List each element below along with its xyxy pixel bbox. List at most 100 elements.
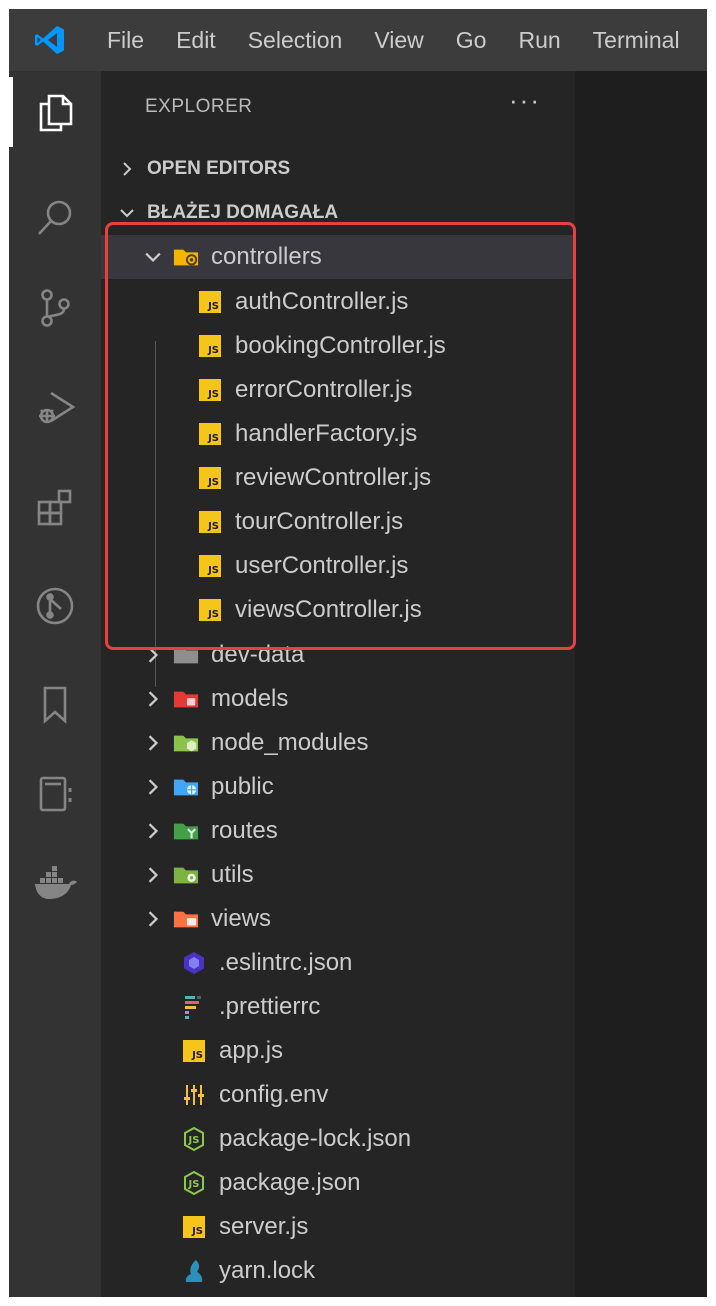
folder-utils[interactable]: utils — [101, 853, 615, 897]
bookmarks-activity-button[interactable] — [9, 663, 101, 745]
bookmark-icon — [43, 686, 67, 724]
file-eslintrc[interactable]: .eslintrc.json — [101, 941, 655, 985]
more-actions-button[interactable]: ··· — [509, 85, 541, 116]
folder-controllers[interactable]: controllers — [101, 235, 615, 279]
source-control-activity-button[interactable] — [9, 267, 101, 349]
search-icon — [38, 200, 72, 235]
file-label: userController.js — [235, 552, 409, 579]
folder-label: utils — [211, 861, 254, 888]
extensions-activity-button[interactable] — [9, 467, 101, 549]
file-label: server.js — [219, 1213, 309, 1240]
folder-public-icon — [173, 774, 199, 800]
chevron-right-icon — [141, 775, 165, 799]
search-activity-button[interactable] — [9, 177, 101, 259]
chevron-right-icon — [141, 907, 165, 931]
file-label: package-lock.json — [219, 1125, 412, 1152]
editor-area — [575, 71, 707, 1297]
docker-icon — [35, 866, 77, 899]
file-server-js[interactable]: JS server.js — [101, 1205, 655, 1249]
docker-activity-button[interactable] — [9, 843, 101, 925]
menu-bar: File Edit Selection View Go Run Terminal — [9, 9, 707, 71]
run-debug-activity-button[interactable] — [9, 367, 101, 449]
folder-label: models — [211, 685, 289, 712]
chevron-down-icon — [141, 245, 165, 269]
file-label: bookingController.js — [235, 332, 446, 359]
git-graph-icon — [36, 587, 74, 625]
nodejs-icon: JS — [181, 1126, 207, 1152]
menu-terminal[interactable]: Terminal — [577, 9, 696, 71]
js-file-icon: JS — [197, 509, 223, 535]
files-icon — [39, 94, 73, 132]
eslint-icon — [181, 950, 207, 976]
file-label: viewsController.js — [235, 596, 422, 623]
file-yarn-lock[interactable]: yarn.lock — [101, 1249, 655, 1293]
menu-view[interactable]: View — [358, 9, 439, 71]
explorer-sidebar: EXPLORER ··· OPEN EDITORS BŁAŻEJ DOMAGAŁ… — [101, 71, 615, 1297]
folder-models[interactable]: models — [101, 677, 615, 721]
menu-file[interactable]: File — [91, 9, 160, 71]
folder-controllers-icon — [173, 244, 199, 270]
notebook-icon — [39, 776, 72, 812]
folder-label: dev-data — [211, 641, 305, 668]
folder-node-modules[interactable]: node_modules — [101, 721, 615, 765]
file-config-env[interactable]: config.env — [101, 1073, 655, 1117]
file-package-lock-json[interactable]: JS package-lock.json — [101, 1117, 655, 1161]
notebook-activity-button[interactable] — [9, 753, 101, 835]
folder-routes[interactable]: routes — [101, 809, 615, 853]
open-editors-section[interactable]: OPEN EDITORS — [101, 147, 589, 191]
open-editors-label: OPEN EDITORS — [147, 158, 291, 179]
js-file-icon: JS — [197, 289, 223, 315]
run-debug-icon — [39, 391, 76, 424]
yarn-icon — [181, 1258, 207, 1284]
chevron-right-icon — [141, 731, 165, 755]
vscode-window: File Edit Selection View Go Run Terminal — [9, 9, 707, 1297]
file-label: .eslintrc.json — [219, 949, 353, 976]
folder-models-icon — [173, 686, 199, 712]
svg-text:JS: JS — [188, 1179, 200, 1190]
folder-label: public — [211, 773, 274, 800]
svg-text:JS: JS — [188, 1135, 200, 1146]
folder-public[interactable]: public — [101, 765, 615, 809]
folder-utils-icon — [173, 862, 199, 888]
js-file-icon: JS — [197, 465, 223, 491]
chevron-right-icon — [141, 687, 165, 711]
file-label: config.env — [219, 1081, 329, 1108]
chevron-down-icon — [115, 201, 139, 225]
js-file-icon: JS — [197, 421, 223, 447]
folder-label: node_modules — [211, 729, 369, 756]
file-package-json[interactable]: JS package.json — [101, 1161, 655, 1205]
file-prettierrc[interactable]: .prettierrc — [101, 985, 655, 1029]
git-graph-activity-button[interactable] — [9, 565, 101, 647]
file-app-js[interactable]: JS app.js — [101, 1029, 655, 1073]
activity-bar — [9, 71, 101, 1297]
js-file-icon: JS — [181, 1214, 207, 1240]
folder-icon — [173, 642, 199, 668]
menu-go[interactable]: Go — [440, 9, 503, 71]
folder-views-icon — [173, 906, 199, 932]
file-label: tourController.js — [235, 508, 404, 535]
js-file-icon: JS — [181, 1038, 207, 1064]
explorer-activity-button[interactable] — [9, 71, 101, 153]
extensions-icon — [37, 489, 72, 526]
chevron-right-icon — [141, 863, 165, 887]
chevron-right-icon — [141, 643, 165, 667]
menu-run[interactable]: Run — [502, 9, 576, 71]
vscode-logo-icon — [9, 9, 91, 71]
prettier-icon — [181, 994, 207, 1020]
file-label: handlerFactory.js — [235, 420, 418, 447]
js-file-icon: JS — [197, 553, 223, 579]
file-label: errorController.js — [235, 376, 413, 403]
js-file-icon: JS — [197, 377, 223, 403]
workspace-section[interactable]: BŁAŻEJ DOMAGAŁA — [101, 191, 589, 235]
explorer-header: EXPLORER ··· — [101, 71, 575, 143]
file-label: app.js — [219, 1037, 284, 1064]
file-label: package.json — [219, 1169, 361, 1196]
folder-routes-icon — [173, 818, 199, 844]
folder-views[interactable]: views — [101, 897, 615, 941]
file-label: authController.js — [235, 288, 409, 315]
folder-dev-data[interactable]: dev-data — [101, 633, 615, 677]
file-label: yarn.lock — [219, 1257, 316, 1284]
menu-selection[interactable]: Selection — [232, 9, 359, 71]
file-label: reviewController.js — [235, 464, 432, 491]
menu-edit[interactable]: Edit — [160, 9, 232, 71]
